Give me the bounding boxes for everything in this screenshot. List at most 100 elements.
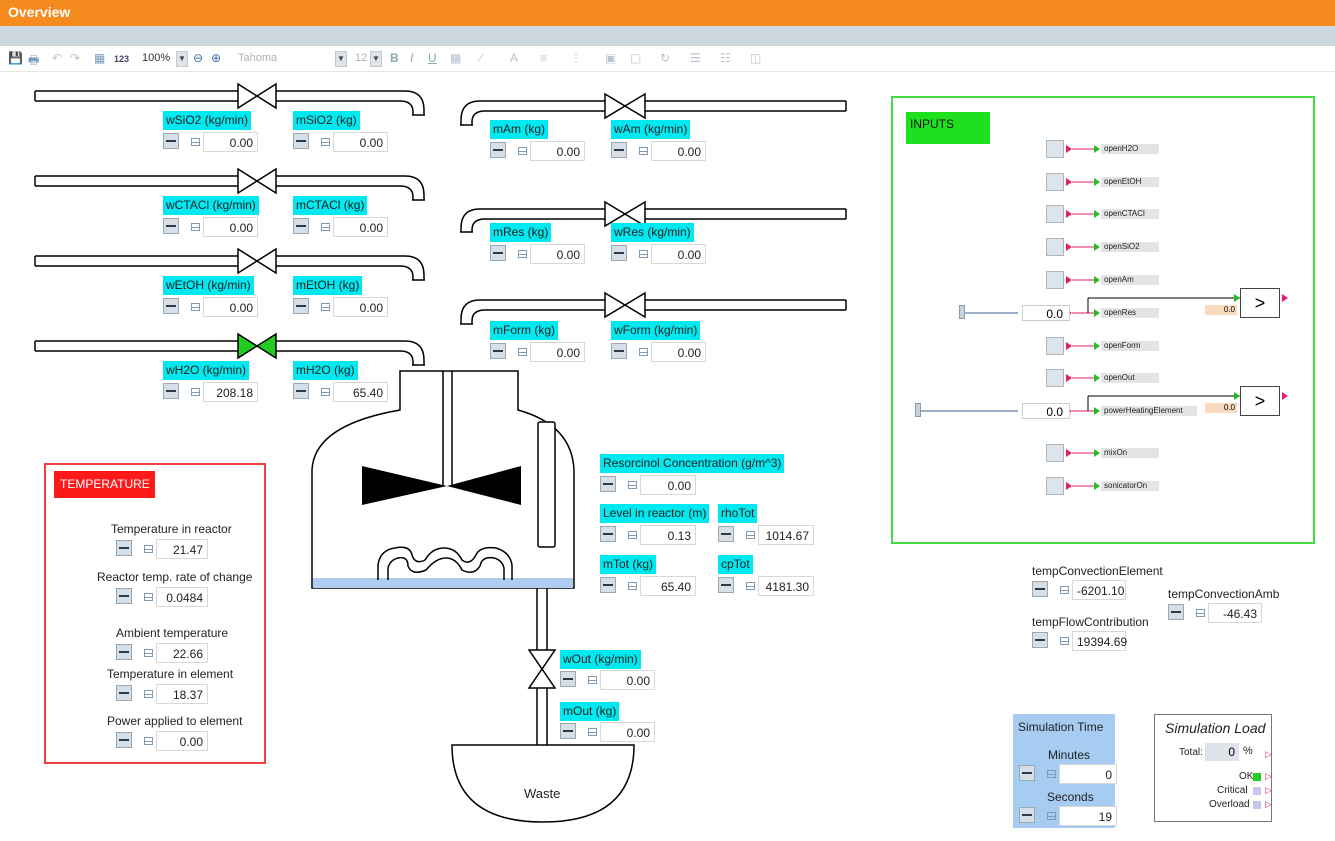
input-openAm-toggle[interactable] <box>1046 271 1064 289</box>
openres-value[interactable]: 0.0 <box>1022 305 1070 321</box>
mout-field-value[interactable]: 0.00 <box>600 722 655 742</box>
field-stepper-button[interactable] <box>163 383 179 399</box>
openres-slider-track[interactable] <box>962 312 1018 314</box>
field-stepper-button[interactable] <box>600 577 616 593</box>
left-valve-1-m-field[interactable]: 0.00 <box>293 217 388 237</box>
temp-item-0-field-value[interactable]: 21.47 <box>156 539 208 559</box>
left-valve-1-m-field-value[interactable]: 0.00 <box>333 217 388 237</box>
power-slider-thumb[interactable] <box>915 403 921 417</box>
right-valve-0-w-field[interactable]: 0.00 <box>611 141 706 161</box>
temp-item-4-field-value[interactable]: 0.00 <box>156 731 208 751</box>
temp-conv-elem-field-value[interactable]: -6201.10 <box>1072 580 1126 600</box>
field-stepper-button[interactable] <box>560 723 576 739</box>
field-stepper-button[interactable] <box>116 588 132 604</box>
input-openH2O-toggle[interactable] <box>1046 140 1064 158</box>
left-valve-3-w-field[interactable]: 208.18 <box>163 382 258 402</box>
left-valve-0-m-field[interactable]: 0.00 <box>293 132 388 152</box>
wout-field-value[interactable]: 0.00 <box>600 670 655 690</box>
power-value[interactable]: 0.0 <box>1022 403 1070 419</box>
temp-conv-amb-field[interactable]: -46.43 <box>1168 603 1262 623</box>
right-valve-2-w-field-value[interactable]: 0.00 <box>651 342 706 362</box>
temp-item-4-field[interactable]: 0.00 <box>116 731 208 751</box>
input-sonicatorOn-toggle[interactable] <box>1046 477 1064 495</box>
right-valve-2-w-field[interactable]: 0.00 <box>611 342 706 362</box>
left-valve-3-m-field[interactable]: 65.40 <box>293 382 388 402</box>
resorcinol-field-value[interactable]: 0.00 <box>640 475 696 495</box>
input-openSiO2-toggle[interactable] <box>1046 238 1064 256</box>
cptot-field[interactable]: 4181.30 <box>718 576 814 596</box>
field-stepper-button[interactable] <box>1032 581 1048 597</box>
input-mixOn-toggle[interactable] <box>1046 444 1064 462</box>
left-valve-3-w-field-value[interactable]: 208.18 <box>203 382 258 402</box>
right-valve-1-w-field-value[interactable]: 0.00 <box>651 244 706 264</box>
field-stepper-button[interactable] <box>163 298 179 314</box>
temp-flow-field-value[interactable]: 19394.69 <box>1072 631 1127 651</box>
field-stepper-button[interactable] <box>611 343 627 359</box>
field-stepper-button[interactable] <box>718 577 734 593</box>
rhotot-field-value[interactable]: 1014.67 <box>758 525 814 545</box>
temp-item-1-field-value[interactable]: 0.0484 <box>156 587 208 607</box>
field-stepper-button[interactable] <box>1168 604 1184 620</box>
field-stepper-button[interactable] <box>611 245 627 261</box>
mout-field[interactable]: 0.00 <box>560 722 655 742</box>
left-valve-2-m-field-value[interactable]: 0.00 <box>333 297 388 317</box>
temp-item-1-field[interactable]: 0.0484 <box>116 587 208 607</box>
field-stepper-button[interactable] <box>490 343 506 359</box>
temp-item-2-field[interactable]: 22.66 <box>116 643 208 663</box>
temp-item-2-field-value[interactable]: 22.66 <box>156 643 208 663</box>
input-openForm-toggle[interactable] <box>1046 337 1064 355</box>
right-valve-0-m-field[interactable]: 0.00 <box>490 141 585 161</box>
right-valve-0-w-field-value[interactable]: 0.00 <box>651 141 706 161</box>
temp-item-3-field[interactable]: 18.37 <box>116 684 208 704</box>
wout-field[interactable]: 0.00 <box>560 670 655 690</box>
right-valve-2-m-field[interactable]: 0.00 <box>490 342 585 362</box>
power-slider-track[interactable] <box>918 410 1018 412</box>
left-valve-2-w-field-value[interactable]: 0.00 <box>203 297 258 317</box>
left-valve-1-w-field-value[interactable]: 0.00 <box>203 217 258 237</box>
field-stepper-button[interactable] <box>600 526 616 542</box>
right-valve-1-w-field[interactable]: 0.00 <box>611 244 706 264</box>
mtot-field-value[interactable]: 65.40 <box>640 576 696 596</box>
rhotot-field[interactable]: 1014.67 <box>718 525 814 545</box>
field-stepper-button[interactable] <box>611 142 627 158</box>
field-stepper-button[interactable] <box>293 133 309 149</box>
field-stepper-button[interactable] <box>116 540 132 556</box>
field-stepper-button[interactable] <box>490 245 506 261</box>
resorcinol-field[interactable]: 0.00 <box>600 475 696 495</box>
seconds-field[interactable]: 19 <box>1019 806 1117 826</box>
temp-conv-amb-field-value[interactable]: -46.43 <box>1208 603 1262 623</box>
right-valve-2-m-field-value[interactable]: 0.00 <box>530 342 585 362</box>
temp-item-0-field[interactable]: 21.47 <box>116 539 208 559</box>
field-stepper-button[interactable] <box>116 644 132 660</box>
temp-conv-elem-field[interactable]: -6201.10 <box>1032 580 1126 600</box>
left-valve-3-m-field-value[interactable]: 65.40 <box>333 382 388 402</box>
input-openCTACl-toggle[interactable] <box>1046 205 1064 223</box>
temp-flow-field[interactable]: 19394.69 <box>1032 631 1127 651</box>
input-openOut-toggle[interactable] <box>1046 369 1064 387</box>
right-valve-0-m-field-value[interactable]: 0.00 <box>530 141 585 161</box>
field-stepper-button[interactable] <box>116 732 132 748</box>
field-stepper-button[interactable] <box>163 218 179 234</box>
field-stepper-button[interactable] <box>490 142 506 158</box>
level-field[interactable]: 0.13 <box>600 525 696 545</box>
temp-item-3-field-value[interactable]: 18.37 <box>156 684 208 704</box>
cptot-field-value[interactable]: 4181.30 <box>758 576 814 596</box>
right-valve-1-m-field-value[interactable]: 0.00 <box>530 244 585 264</box>
left-valve-2-m-field[interactable]: 0.00 <box>293 297 388 317</box>
field-stepper-button[interactable] <box>718 526 734 542</box>
field-stepper-button[interactable] <box>163 133 179 149</box>
level-field-value[interactable]: 0.13 <box>640 525 696 545</box>
field-stepper-button[interactable] <box>116 685 132 701</box>
field-stepper-button[interactable] <box>600 476 616 492</box>
left-valve-1-w-field[interactable]: 0.00 <box>163 217 258 237</box>
field-stepper-button[interactable] <box>293 218 309 234</box>
mtot-field[interactable]: 65.40 <box>600 576 696 596</box>
input-openEtOH-toggle[interactable] <box>1046 173 1064 191</box>
field-stepper-button[interactable] <box>1032 632 1048 648</box>
right-valve-1-m-field[interactable]: 0.00 <box>490 244 585 264</box>
left-valve-0-m-field-value[interactable]: 0.00 <box>333 132 388 152</box>
field-stepper-button[interactable] <box>293 383 309 399</box>
left-valve-2-w-field[interactable]: 0.00 <box>163 297 258 317</box>
field-stepper-button[interactable] <box>293 298 309 314</box>
left-valve-0-w-field[interactable]: 0.00 <box>163 132 258 152</box>
